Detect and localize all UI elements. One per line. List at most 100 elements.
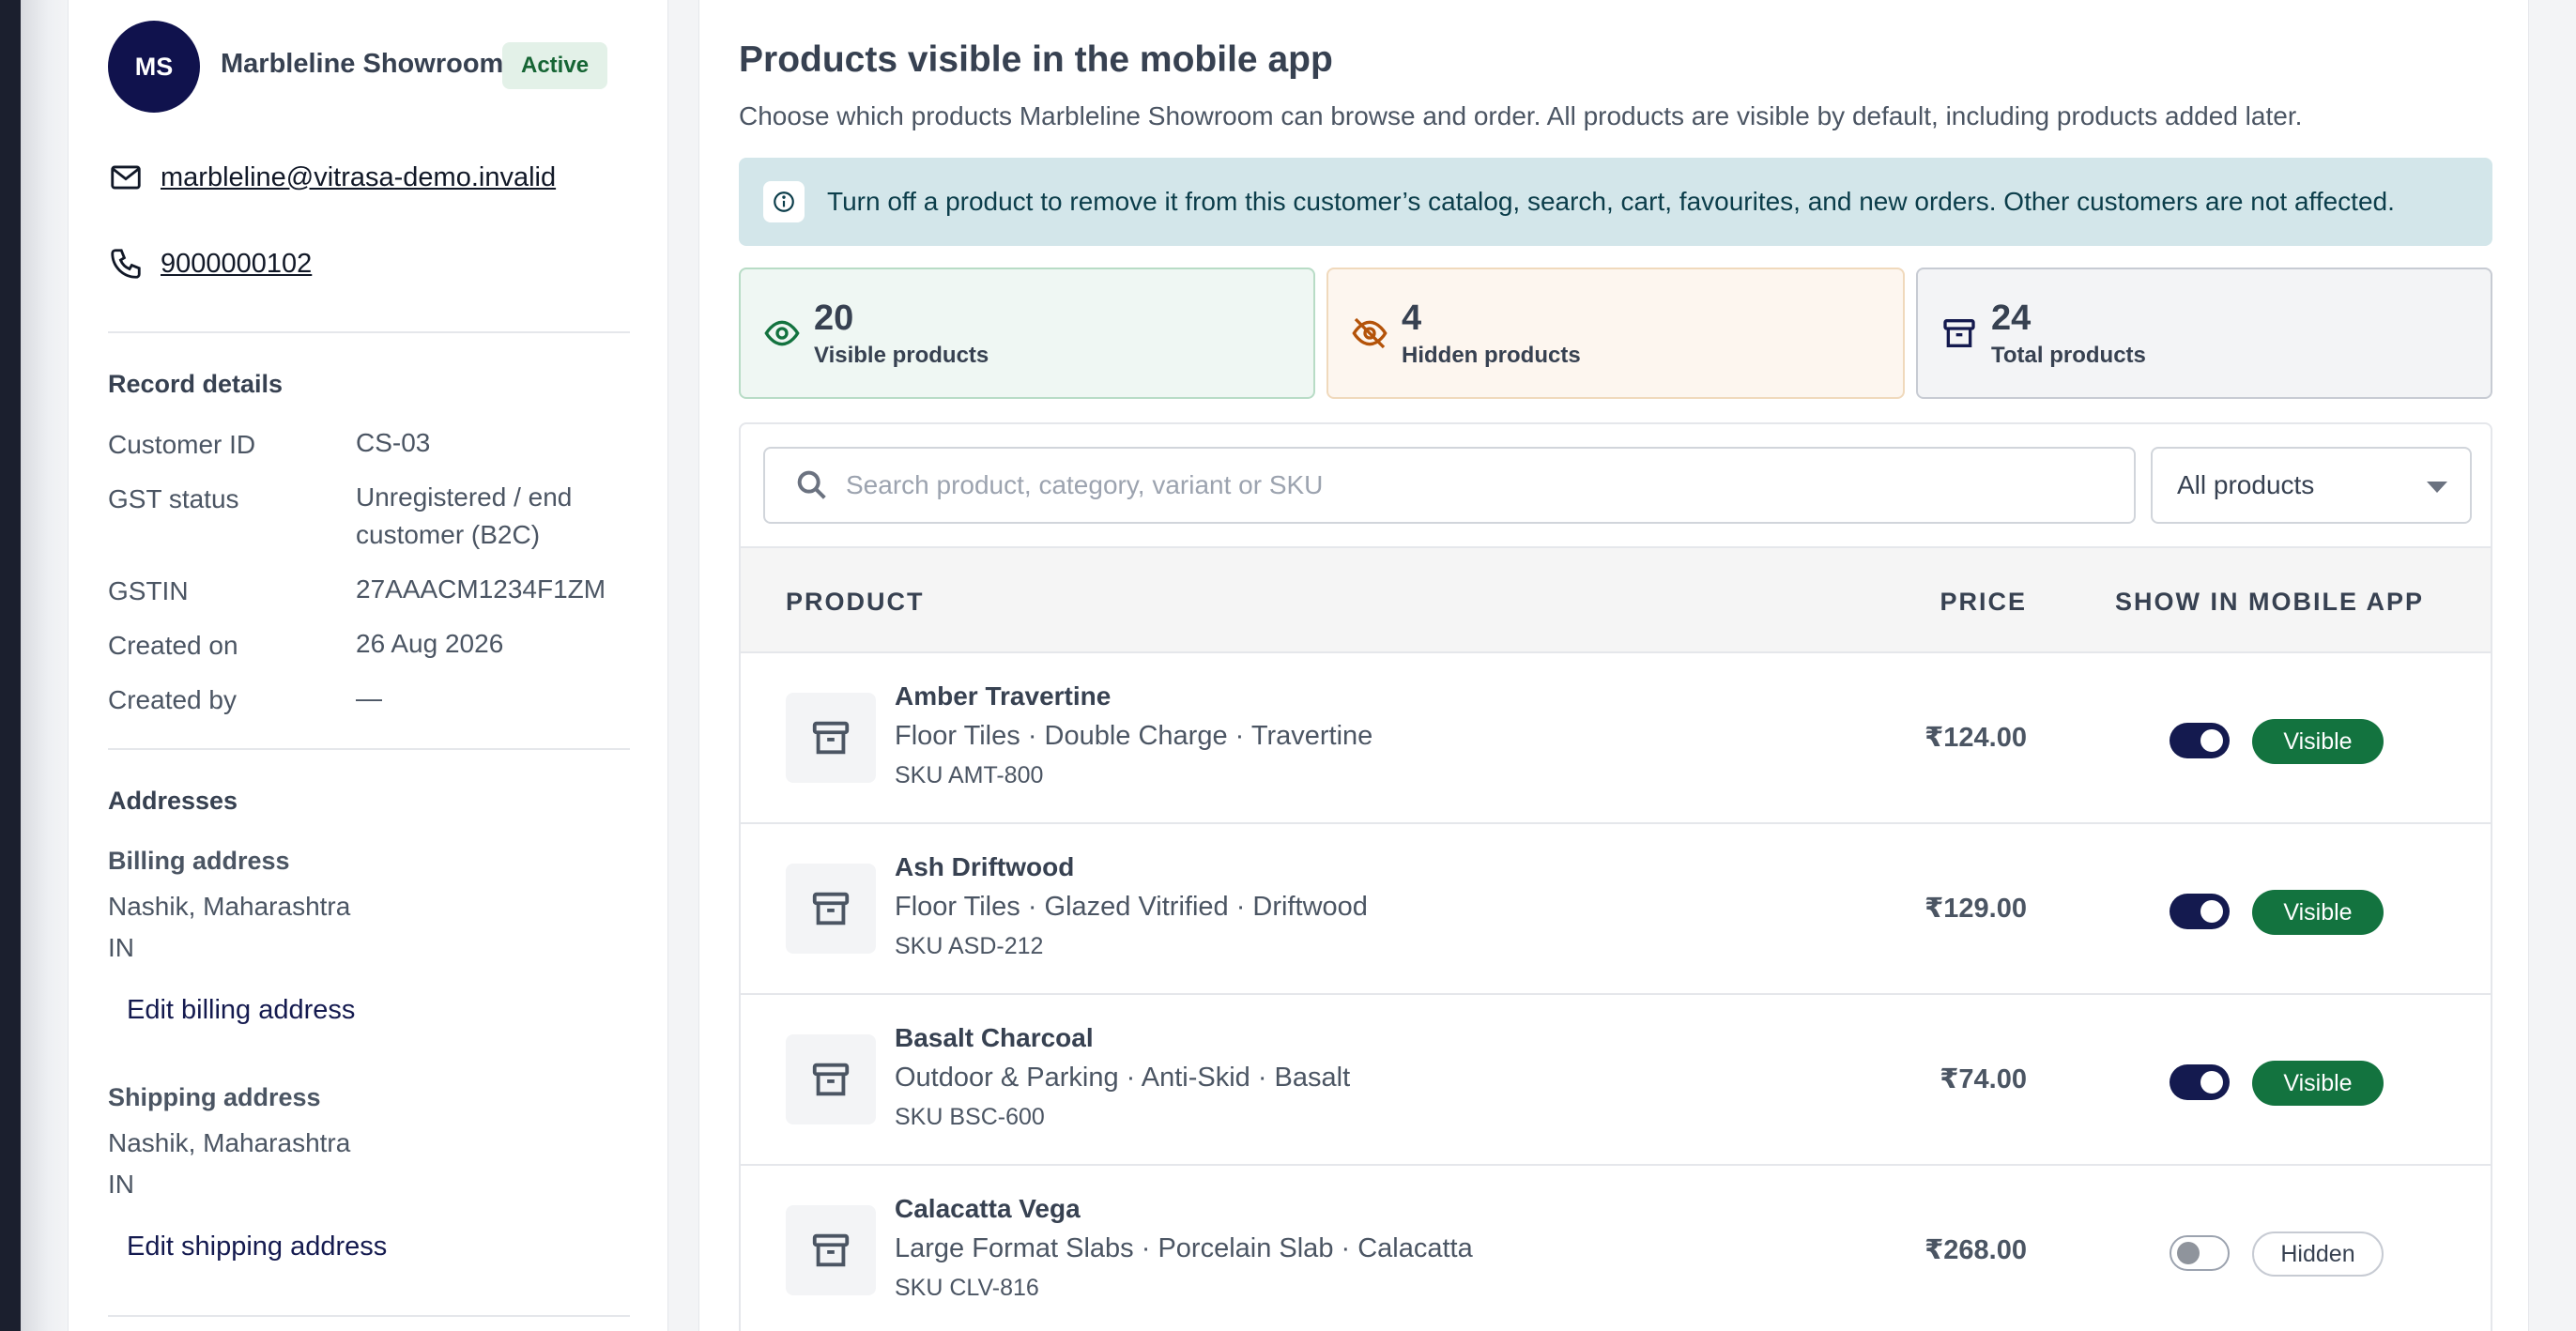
product-thumbnail (786, 1205, 876, 1295)
product-price: ₹268.00 (1924, 1235, 2027, 1265)
email-link[interactable]: marbleline@vitrasa-demo.invalid (161, 162, 556, 193)
product-price: ₹124.00 (1924, 723, 2027, 753)
product-sku: SKU BSC-600 (895, 1104, 1045, 1130)
hidden-count: 4 (1402, 298, 1422, 338)
visible-products-card[interactable]: 20 Visible products (739, 268, 1315, 399)
column-header-product: PRODUCT (786, 588, 925, 616)
visibility-toggle[interactable] (2170, 1235, 2230, 1271)
window-edge (0, 0, 21, 1331)
product-name: Calacatta Vega (895, 1194, 1081, 1223)
customer-name: Marbleline Showroom (221, 49, 504, 79)
shipping-address-title: Shipping address (108, 1083, 321, 1111)
archive-icon (812, 892, 850, 926)
detail-value-customer-id: CS-03 (356, 428, 431, 457)
detail-value-created-on: 26 Aug 2026 (356, 629, 504, 658)
detail-label-created-by: Created by (108, 685, 237, 714)
search-icon (797, 470, 826, 499)
page-subtitle: Choose which products Marbleline Showroo… (739, 101, 2303, 130)
chevron-down-icon (2427, 482, 2447, 493)
search-field (763, 447, 2136, 524)
product-name: Basalt Charcoal (895, 1023, 1094, 1052)
product-sku: SKU AMT-800 (895, 762, 1044, 788)
edit-shipping-address-button[interactable]: Edit shipping address (127, 1232, 387, 1262)
record-details-title: Record details (108, 370, 284, 398)
product-price: ₹129.00 (1924, 894, 2027, 924)
mail-icon (111, 165, 141, 190)
toggle-knob (2200, 1071, 2223, 1094)
detail-label-customer-id: Customer ID (108, 430, 256, 459)
visibility-toggle[interactable] (2170, 723, 2230, 758)
toggle-knob (2177, 1242, 2200, 1264)
status-pill: Visible (2252, 1061, 2384, 1106)
divider (108, 748, 630, 750)
detail-label-gstin: GSTIN (108, 576, 189, 605)
search-input[interactable] (846, 470, 2066, 500)
billing-address-title: Billing address (108, 847, 290, 875)
hidden-label: Hidden products (1402, 343, 1581, 368)
product-sku: SKU ASD-212 (895, 933, 1044, 959)
total-products-card[interactable]: 24 Total products (1916, 268, 2492, 399)
table-row: Ash Driftwood Floor Tiles · Glazed Vitri… (741, 824, 2491, 995)
table-row: Calacatta Vega Large Format Slabs · Porc… (741, 1166, 2491, 1331)
info-icon (763, 181, 805, 222)
product-category: Large Format Slabs · Porcelain Slab · Ca… (895, 1233, 1473, 1263)
avatar: MS (108, 21, 200, 113)
phone-icon (111, 249, 141, 279)
backdrop-shadow (21, 0, 68, 1331)
product-category: Floor Tiles · Double Charge · Travertine (895, 721, 1373, 751)
product-category: Floor Tiles · Glazed Vitrified · Driftwo… (895, 892, 1368, 922)
product-filter-select[interactable]: All products (2151, 447, 2472, 524)
customer-sidebar: MS Marbleline Showroom Active marbleline… (68, 0, 668, 1331)
phone-row: 9000000102 (108, 246, 312, 282)
product-thumbnail (786, 864, 876, 954)
info-banner: Turn off a product to remove it from thi… (739, 158, 2492, 246)
total-count: 24 (1991, 298, 2032, 338)
product-price: ₹74.00 (1940, 1064, 2027, 1094)
phone-link[interactable]: 9000000102 (161, 249, 312, 280)
product-category: Outdoor & Parking · Anti-Skid · Basalt (895, 1063, 1351, 1093)
detail-value-gstin: 27AAACM1234F1ZM (356, 574, 606, 604)
detail-value-gst-status: Unregistered / end customer (B2C) (356, 482, 573, 549)
visibility-toggle[interactable] (2170, 894, 2230, 929)
divider (108, 331, 630, 333)
column-header-show: SHOW IN MOBILE APP (2115, 588, 2425, 616)
page-title: Products visible in the mobile app (739, 39, 1333, 80)
archive-icon (812, 1063, 850, 1096)
status-pill: Visible (2252, 890, 2384, 935)
divider (108, 1315, 630, 1317)
product-thumbnail (786, 693, 876, 783)
status-pill: Hidden (2252, 1232, 2384, 1277)
product-thumbnail (786, 1034, 876, 1124)
eye-icon (764, 320, 800, 346)
hidden-products-card[interactable]: 4 Hidden products (1326, 268, 1905, 399)
detail-value-created-by: — (356, 683, 382, 712)
product-sku: SKU CLV-816 (895, 1275, 1039, 1301)
archive-icon (1943, 319, 1975, 347)
products-table: All products PRODUCT PRICE SHOW IN MOBIL… (739, 422, 2492, 1331)
visible-label: Visible products (814, 343, 989, 368)
visible-count: 20 (814, 298, 854, 338)
filter-select-value: All products (2177, 470, 2315, 499)
addresses-title: Addresses (108, 787, 238, 815)
edit-billing-address-button[interactable]: Edit billing address (127, 995, 355, 1026)
column-header-price: PRICE (1940, 588, 2027, 616)
table-header: PRODUCT PRICE SHOW IN MOBILE APP (741, 546, 2491, 653)
visibility-toggle[interactable] (2170, 1064, 2230, 1100)
detail-label-created-on: Created on (108, 631, 238, 660)
eye-off-icon (1352, 317, 1388, 349)
billing-address-country: IN (108, 933, 134, 962)
table-row: Basalt Charcoal Outdoor & Parking · Anti… (741, 995, 2491, 1166)
product-name: Amber Travertine (895, 681, 1112, 711)
status-pill: Visible (2252, 719, 2384, 764)
email-row: marbleline@vitrasa-demo.invalid (108, 160, 556, 195)
detail-label-gst-status: GST status (108, 484, 239, 513)
table-row: Amber Travertine Floor Tiles · Double Ch… (741, 653, 2491, 824)
info-banner-text: Turn off a product to remove it from thi… (827, 187, 2395, 216)
total-label: Total products (1991, 343, 2146, 368)
toggle-knob (2200, 900, 2223, 923)
product-visibility-panel: Products visible in the mobile app Choos… (698, 0, 2529, 1331)
shipping-address-line: Nashik, Maharashtra (108, 1128, 351, 1157)
archive-icon (812, 1233, 850, 1267)
product-name: Ash Driftwood (895, 852, 1075, 881)
status-badge: Active (502, 42, 608, 89)
